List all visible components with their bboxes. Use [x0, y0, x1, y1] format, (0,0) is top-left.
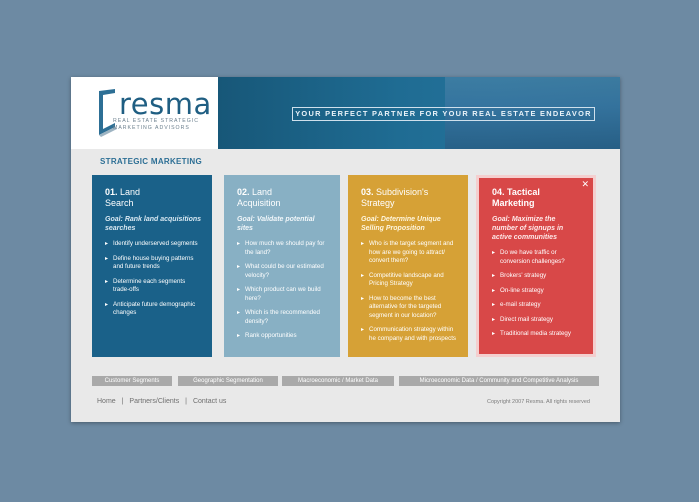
card-title-line1: Land [252, 187, 273, 197]
banner: YOUR PERFECT PARTNER FOR YOUR REAL ESTAT… [218, 77, 620, 149]
card-goal: Goal: Maximize the number of signups in … [492, 216, 564, 241]
card-title-line2: Acquisition [237, 198, 281, 208]
card-number: 01. [105, 187, 118, 197]
list-item: Rank opportunities [237, 332, 330, 341]
list-item: Communication strategy within he company… [361, 326, 458, 343]
card-goal: Goal: Rank land acquisitions searches [105, 216, 202, 232]
list-item: e-mail strategy [492, 301, 583, 310]
card-number: 04. [492, 187, 505, 197]
list-item: Who is the target segment and how are we… [361, 240, 458, 266]
card-list: How much we should pay for the land? Wha… [237, 240, 330, 341]
list-item: Define house buying patterns and future … [105, 255, 202, 272]
header: resma REAL ESTATE STRATEGIC MARKETING AD… [71, 77, 620, 149]
list-item: On-line strategy [492, 287, 583, 296]
card-title: 03. Subdivision's Strategy [361, 187, 458, 209]
tagline: YOUR PERFECT PARTNER FOR YOUR REAL ESTAT… [292, 107, 595, 121]
card-title-line2: Marketing [492, 198, 535, 208]
page-panel: resma REAL ESTATE STRATEGIC MARKETING AD… [71, 77, 620, 422]
footer-separator: | [185, 398, 187, 405]
list-item: Which product can we build here? [237, 286, 330, 303]
tab-macroeconomic-data[interactable]: Macroeconomic / Market Data [282, 376, 394, 386]
footer-link-contact[interactable]: Contact us [193, 398, 226, 405]
list-item: What could be our estimated velocity? [237, 263, 330, 280]
tab-geographic-segmentation[interactable]: Geographic Segmentation [178, 376, 278, 386]
list-item: Traditional media strategy [492, 330, 583, 339]
list-item: How much we should pay for the land? [237, 240, 330, 257]
close-icon[interactable]: ✕ [581, 179, 589, 190]
card-land-acquisition[interactable]: 02. Land Acquisition Goal: Validate pote… [224, 175, 340, 357]
list-item: Which is the recommended density? [237, 309, 330, 326]
card-number: 03. [361, 187, 374, 197]
footer-link-home[interactable]: Home [97, 398, 116, 405]
card-subdivision-strategy[interactable]: 03. Subdivision's Strategy Goal: Determi… [348, 175, 468, 357]
list-item: Identify underserved segments [105, 240, 202, 249]
card-list: Do we have traffic or conversion challen… [492, 249, 583, 339]
list-item: Competitive landscape and Pricing Strate… [361, 272, 458, 289]
card-tactical-marketing[interactable]: ✕ 04. Tactical Marketing Goal: Maximize … [476, 175, 596, 357]
logo-text: resma [119, 87, 212, 121]
list-item: Determine each segments trade-offs [105, 278, 202, 295]
card-title: 01. Land Search [105, 187, 202, 209]
card-goal: Goal: Validate potential sites [237, 216, 315, 232]
section-title: STRATEGIC MARKETING [100, 157, 202, 166]
footer-separator: | [121, 398, 124, 405]
list-item: How to become the best alternative for t… [361, 295, 458, 321]
card-title: 04. Tactical Marketing [492, 187, 583, 209]
logo[interactable]: resma REAL ESTATE STRATEGIC MARKETING AD… [71, 77, 218, 149]
card-title-line1: Land [120, 187, 141, 197]
copyright: Copyright 2007 Resma. All rights reserve… [486, 399, 590, 405]
list-item: Do we have traffic or conversion challen… [492, 249, 583, 266]
card-title-line2: Strategy [361, 198, 395, 208]
tab-microeconomic-data[interactable]: Microeconomic Data / Community and Compe… [399, 376, 599, 386]
tab-customer-segments[interactable]: Customer Segments [92, 376, 172, 386]
card-land-search[interactable]: 01. Land Search Goal: Rank land acquisit… [92, 175, 212, 357]
card-title-line2: Search [105, 198, 134, 208]
list-item: Direct mail strategy [492, 316, 583, 325]
card-number: 02. [237, 187, 250, 197]
card-title: 02. Land Acquisition [237, 187, 330, 209]
card-goal: Goal: Determine Unique Selling Propositi… [361, 216, 441, 232]
card-list: Identify underserved segments Define hou… [105, 240, 202, 318]
footer-link-partners[interactable]: Partners/Clients [129, 398, 179, 405]
logo-subtitle: REAL ESTATE STRATEGIC MARKETING ADVISORS [113, 118, 199, 131]
list-item: Anticipate future demographic changes [105, 301, 202, 318]
card-title-line1: Subdivision's [376, 187, 429, 197]
list-item: Brokers' strategy [492, 272, 583, 281]
card-list: Who is the target segment and how are we… [361, 240, 458, 343]
footer-nav: Home | Partners/Clients | Contact us [95, 398, 228, 405]
card-title-line1: Tactical [507, 187, 540, 197]
